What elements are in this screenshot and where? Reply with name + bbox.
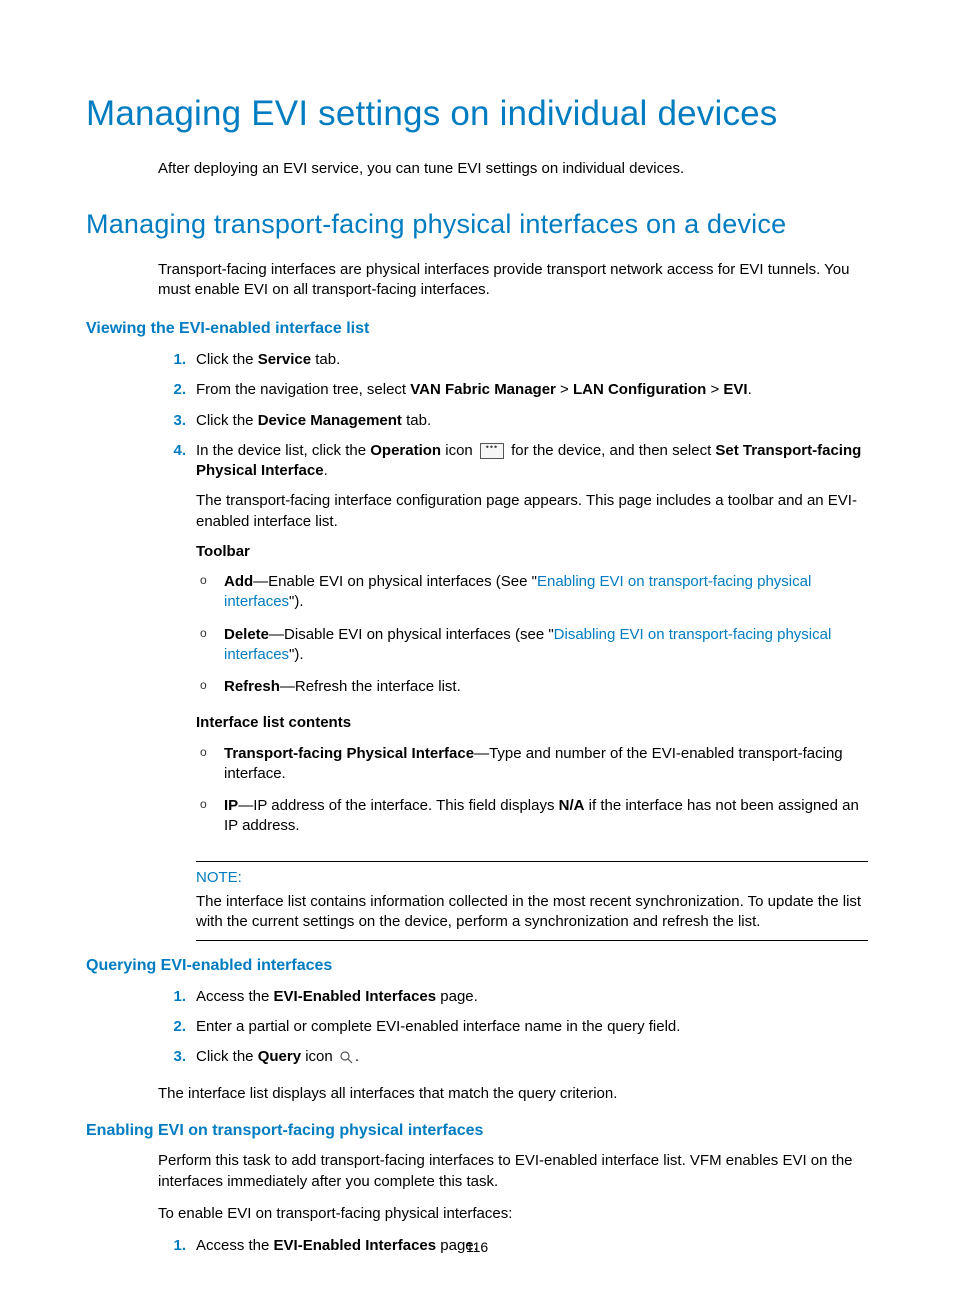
subheading-viewing: Viewing the EVI-enabled interface list [86,318,868,340]
enable-paragraph-1: Perform this task to add transport-facin… [158,1151,868,1192]
subheading-enabling: Enabling EVI on transport-facing physica… [86,1120,868,1142]
step-text: tab. [311,351,340,368]
step-text: . [355,1048,359,1065]
step-text: tab. [402,412,431,429]
bold-text: LAN Configuration [573,381,706,398]
text: —Refresh the interface list. [280,678,461,695]
step-item: 1. Access the EVI-Enabled Interfaces pag… [158,987,868,1017]
text: "). [289,646,304,663]
step-paragraph: The transport-facing interface configura… [196,491,868,532]
page-number: 116 [0,1238,954,1257]
section-intro: Transport-facing interfaces are physical… [158,260,868,301]
note-body: The interface list contains information … [196,892,868,933]
query-result: The interface list displays all interfac… [158,1084,868,1104]
step-item: 2. From the navigation tree, select VAN … [158,380,868,410]
step-item: 3. Click the Query icon . [158,1047,868,1077]
intro-paragraph: After deploying an EVI service, you can … [158,159,868,179]
step-text: Click the [196,412,258,429]
step-number: 1. [158,350,186,370]
bold-text: Query [258,1048,301,1065]
step-text: for the device, and then select [507,442,715,459]
bold-text: Transport-facing Physical Interface [224,745,474,762]
step-text: > [556,381,573,398]
list-item: Refresh—Refresh the interface list. [196,671,868,703]
step-text: Access the [196,988,274,1005]
step-text: From the navigation tree, select [196,381,410,398]
list-item: Add—Enable EVI on physical interfaces (S… [196,566,868,619]
bold-text: Refresh [224,678,280,695]
steps-viewing: 1. Click the Service tab. 2. From the na… [158,350,868,853]
step-text: icon [441,442,477,459]
steps-querying: 1. Access the EVI-Enabled Interfaces pag… [158,987,868,1078]
text: "). [289,593,304,610]
step-text: . [748,381,752,398]
step-text: Enter a partial or complete EVI-enabled … [196,1018,680,1035]
bold-text: Delete [224,626,269,643]
step-item: 4. In the device list, click the Operati… [158,441,868,853]
step-number: 4. [158,441,186,461]
text: —Enable EVI on physical interfaces (See … [253,573,537,590]
bold-text: EVI [723,381,747,398]
step-number: 1. [158,987,186,1007]
subheading-querying: Querying EVI-enabled interfaces [86,955,868,977]
toolbar-label: Toolbar [196,542,868,562]
text: —IP address of the interface. This field… [238,797,558,814]
bold-text: Add [224,573,253,590]
note-box: NOTE: The interface list contains inform… [196,861,868,942]
page: Managing EVI settings on individual devi… [0,0,954,1306]
bold-text: Device Management [258,412,402,429]
toolbar-list: Add—Enable EVI on physical interfaces (S… [196,566,868,703]
step-text: . [324,462,328,479]
operation-icon [480,443,504,459]
interface-list: Transport-facing Physical Interface—Type… [196,738,868,843]
section-title-h2: Managing transport-facing physical inter… [86,206,868,242]
bold-text: IP [224,797,238,814]
step-text: > [706,381,723,398]
page-title-h1: Managing EVI settings on individual devi… [86,90,868,137]
step-item: 1. Click the Service tab. [158,350,868,380]
step-text: icon [301,1048,337,1065]
interface-list-contents-label: Interface list contents [196,713,868,733]
bold-text: Service [258,351,311,368]
enable-paragraph-2: To enable EVI on transport-facing physic… [158,1204,868,1224]
step-item: 3. Click the Device Management tab. [158,411,868,441]
step-text: In the device list, click the [196,442,370,459]
step-number: 3. [158,1047,186,1067]
step-number: 3. [158,411,186,431]
bold-text: N/A [559,797,585,814]
note-title: NOTE: [196,868,868,888]
list-item: IP—IP address of the interface. This fie… [196,790,868,843]
text: —Disable EVI on physical interfaces (see… [269,626,554,643]
step-text: page. [436,988,478,1005]
step-number: 2. [158,380,186,400]
list-item: Delete—Disable EVI on physical interface… [196,619,868,672]
bold-text: EVI-Enabled Interfaces [274,988,437,1005]
list-item: Transport-facing Physical Interface—Type… [196,738,868,791]
bold-text: Operation [370,442,441,459]
query-icon [339,1050,353,1064]
step-item: 2. Enter a partial or complete EVI-enabl… [158,1017,868,1047]
step-text: Click the [196,351,258,368]
step-text: Click the [196,1048,258,1065]
bold-text: VAN Fabric Manager [410,381,556,398]
step-number: 2. [158,1017,186,1037]
